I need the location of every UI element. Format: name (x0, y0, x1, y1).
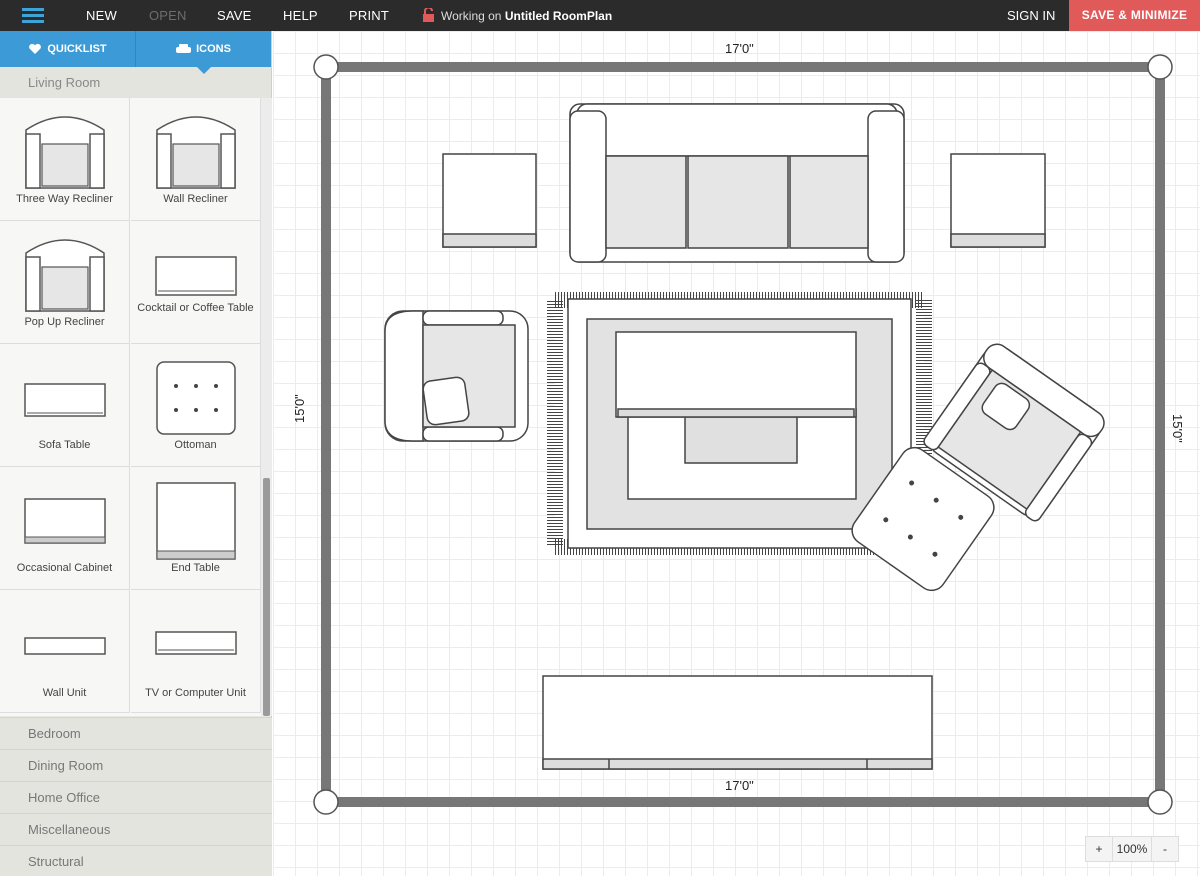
category-miscellaneous[interactable]: Miscellaneous (0, 813, 272, 845)
sidebar-tabs: QUICKLIST ICONS (0, 31, 271, 74)
wall-unit-icon (24, 637, 106, 655)
sofa-icon (176, 44, 192, 53)
category-list: Bedroom Dining Room Home Office Miscella… (0, 717, 272, 876)
tab-icons[interactable]: ICONS (135, 31, 271, 74)
top-bar: NEW OPEN SAVE HELP PRINT Working on Unti… (0, 0, 1200, 31)
category-living-room[interactable]: Living Room (0, 67, 271, 98)
plan-name: Untitled RoomPlan (504, 9, 613, 23)
active-tab-indicator (196, 67, 211, 74)
zoom-out-button[interactable]: - (1152, 837, 1178, 861)
category-dining-room[interactable]: Dining Room (0, 749, 272, 781)
corner-handle[interactable] (1147, 54, 1173, 80)
category-structural[interactable]: Structural (0, 845, 272, 876)
corner-handle[interactable] (313, 54, 339, 80)
furniture-grid: Three Way Recliner Wall Recliner Pop Up … (0, 98, 261, 716)
item-label: Sofa Table (38, 439, 91, 451)
item-label: Occasional Cabinet (16, 562, 113, 574)
item-end-table[interactable]: End Table (131, 467, 261, 590)
right-wall-dimension: 15'0" (1170, 414, 1185, 443)
recliner-icon (25, 116, 105, 189)
bottom-wall-dimension: 17'0" (725, 778, 754, 793)
tab-icons-label: ICONS (196, 43, 231, 55)
end-table-left[interactable] (442, 153, 537, 248)
item-tv-computer-unit[interactable]: TV or Computer Unit (131, 590, 261, 713)
hamburger-menu-icon[interactable] (22, 8, 44, 24)
sofa-table-icon (24, 383, 106, 417)
heart-icon (29, 43, 42, 54)
recliner-icon (25, 239, 105, 312)
floor-plan-canvas[interactable]: 17'0" 17'0" 15'0" 15'0" + 100% - (273, 31, 1200, 876)
item-label: TV or Computer Unit (145, 687, 246, 699)
corner-handle[interactable] (1147, 789, 1173, 815)
scrollbar-thumb[interactable] (263, 478, 270, 716)
sidebar: QUICKLIST ICONS Living Room Three Way Re… (0, 31, 272, 876)
end-table-icon (156, 482, 236, 560)
zoom-in-button[interactable]: + (1086, 837, 1112, 861)
item-label: Wall Unit (42, 687, 87, 699)
end-table-right[interactable] (950, 153, 1046, 248)
armchair-left[interactable] (384, 310, 529, 442)
item-sofa-table[interactable]: Sofa Table (0, 344, 130, 467)
zoom-control: + 100% - (1085, 836, 1179, 862)
save-button[interactable]: SAVE (217, 8, 252, 23)
help-button[interactable]: HELP (283, 8, 318, 23)
tab-quicklist[interactable]: QUICKLIST (0, 31, 135, 67)
item-label: Cocktail or Coffee Table (137, 302, 254, 314)
item-occasional-cabinet[interactable]: Occasional Cabinet (0, 467, 130, 590)
item-label: Ottoman (174, 439, 217, 451)
item-wall-unit[interactable]: Wall Unit (0, 590, 130, 713)
item-label: Wall Recliner (163, 193, 228, 205)
item-wall-recliner[interactable]: Wall Recliner (131, 98, 261, 221)
sofa[interactable] (569, 103, 905, 263)
sidebar-scrollbar[interactable] (261, 98, 272, 716)
plan-status: Working on Untitled RoomPlan (422, 8, 612, 23)
zoom-level: 100% (1112, 837, 1152, 861)
left-wall-dimension: 15'0" (292, 394, 307, 423)
item-pop-up-recliner[interactable]: Pop Up Recliner (0, 221, 130, 344)
category-home-office[interactable]: Home Office (0, 781, 272, 813)
tv-console[interactable] (542, 675, 933, 770)
category-bedroom[interactable]: Bedroom (0, 717, 272, 749)
corner-handle[interactable] (313, 789, 339, 815)
new-button[interactable]: NEW (86, 8, 117, 23)
top-wall-dimension: 17'0" (725, 41, 754, 56)
save-and-minimize-button[interactable]: SAVE & MINIMIZE (1069, 0, 1200, 31)
cabinet-icon (24, 498, 106, 544)
open-button[interactable]: OPEN (149, 8, 187, 23)
item-label: Three Way Recliner (16, 193, 113, 205)
floor-plan (313, 54, 1173, 815)
item-label: Pop Up Recliner (24, 316, 105, 328)
print-button[interactable]: PRINT (349, 8, 389, 23)
recliner-icon (156, 116, 236, 189)
tab-quicklist-label: QUICKLIST (47, 43, 107, 55)
sign-in-button[interactable]: SIGN IN (1007, 8, 1055, 23)
item-cocktail-coffee-table[interactable]: Cocktail or Coffee Table (131, 221, 261, 344)
tv-unit-icon (155, 631, 237, 655)
item-three-way-recliner[interactable]: Three Way Recliner (0, 98, 130, 221)
ottoman-icon (156, 361, 236, 435)
item-label: End Table (171, 562, 220, 574)
status-prefix: Working on (441, 9, 502, 23)
item-ottoman[interactable]: Ottoman (131, 344, 261, 467)
unlocked-icon (423, 8, 434, 22)
